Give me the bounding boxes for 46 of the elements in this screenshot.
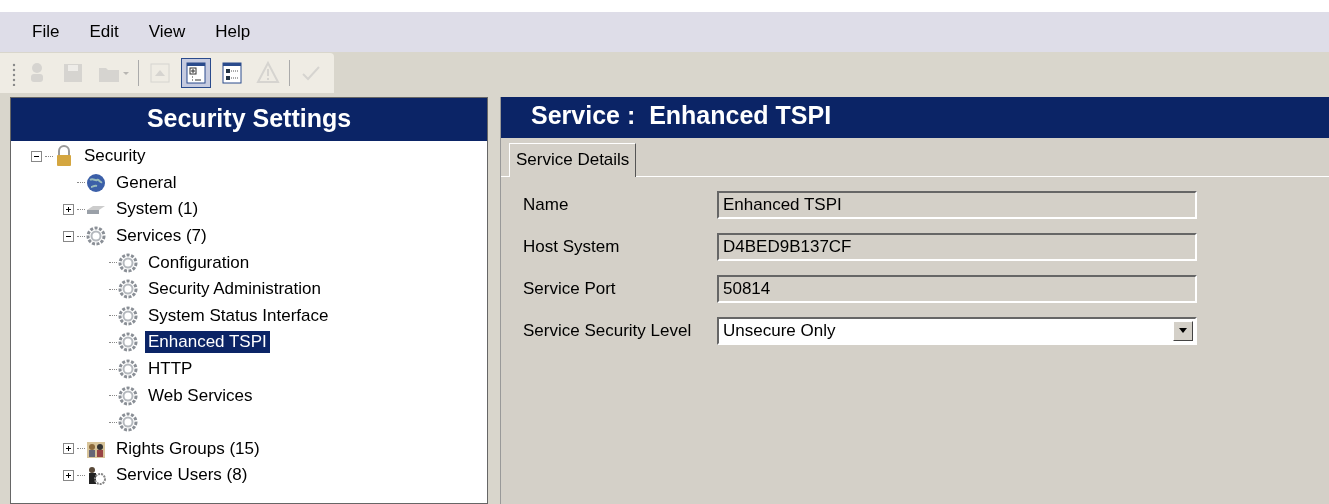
tree-item[interactable]: HTTP — [145, 358, 196, 381]
menu-item[interactable]: View — [148, 22, 186, 42]
tree-item[interactable]: System Status Interface — [145, 304, 332, 327]
field-label: Service Port — [523, 279, 617, 299]
menu-item[interactable]: Edit — [89, 22, 119, 42]
menu-item[interactable]: Help — [215, 22, 251, 42]
panel-title: Security Settings — [11, 98, 487, 141]
up-icon — [147, 60, 173, 86]
gear-icon — [117, 358, 139, 381]
tree-item[interactable]: Security Administration — [145, 278, 324, 301]
gear-icon — [117, 304, 139, 327]
gear-icon — [117, 331, 139, 354]
tree-item[interactable]: Security — [81, 145, 149, 168]
text-field[interactable]: 50814 — [717, 275, 1197, 303]
expander-icon[interactable] — [63, 204, 77, 215]
tree-item[interactable]: Services (7) — [113, 225, 210, 248]
tree-item[interactable]: System (1) — [113, 198, 202, 221]
tree-item[interactable]: Web Services — [145, 384, 256, 407]
tree-item[interactable]: General — [113, 171, 180, 194]
text-field[interactable]: D4BED9B137CF — [717, 233, 1197, 261]
gear-icon — [117, 278, 139, 301]
expander-icon[interactable] — [63, 443, 77, 455]
field-label: Service Security Level — [523, 321, 693, 341]
menu-item[interactable]: File — [32, 22, 60, 42]
warning-icon — [255, 60, 281, 86]
dropdown-field[interactable]: Unsecure Only — [717, 317, 1197, 345]
tree-item[interactable]: Enhanced TSPI — [145, 331, 270, 354]
caret-icon — [122, 70, 130, 76]
gear-icon — [85, 225, 107, 248]
expander-icon[interactable] — [63, 469, 77, 481]
gear-icon — [117, 384, 139, 407]
tab[interactable]: Service Details — [509, 143, 637, 177]
tree-item[interactable]: Configuration — [145, 251, 253, 274]
tree-item[interactable]: Rights Groups (15) — [113, 437, 263, 460]
globe-icon — [85, 171, 107, 194]
field-label: Name — [523, 195, 570, 215]
field-label: Host System — [523, 237, 621, 257]
expander-icon[interactable] — [63, 230, 77, 242]
tree-item[interactable]: Service Users (8) — [113, 464, 251, 487]
expander-icon[interactable] — [31, 150, 45, 162]
text-field[interactable]: Enhanced TSPI — [717, 191, 1197, 219]
tree-icon — [183, 60, 209, 86]
toolbar-button[interactable] — [181, 58, 211, 88]
list-icon — [219, 60, 245, 86]
panel-title: Service : Enhanced TSPI — [501, 97, 1329, 138]
gear-icon — [117, 251, 139, 274]
